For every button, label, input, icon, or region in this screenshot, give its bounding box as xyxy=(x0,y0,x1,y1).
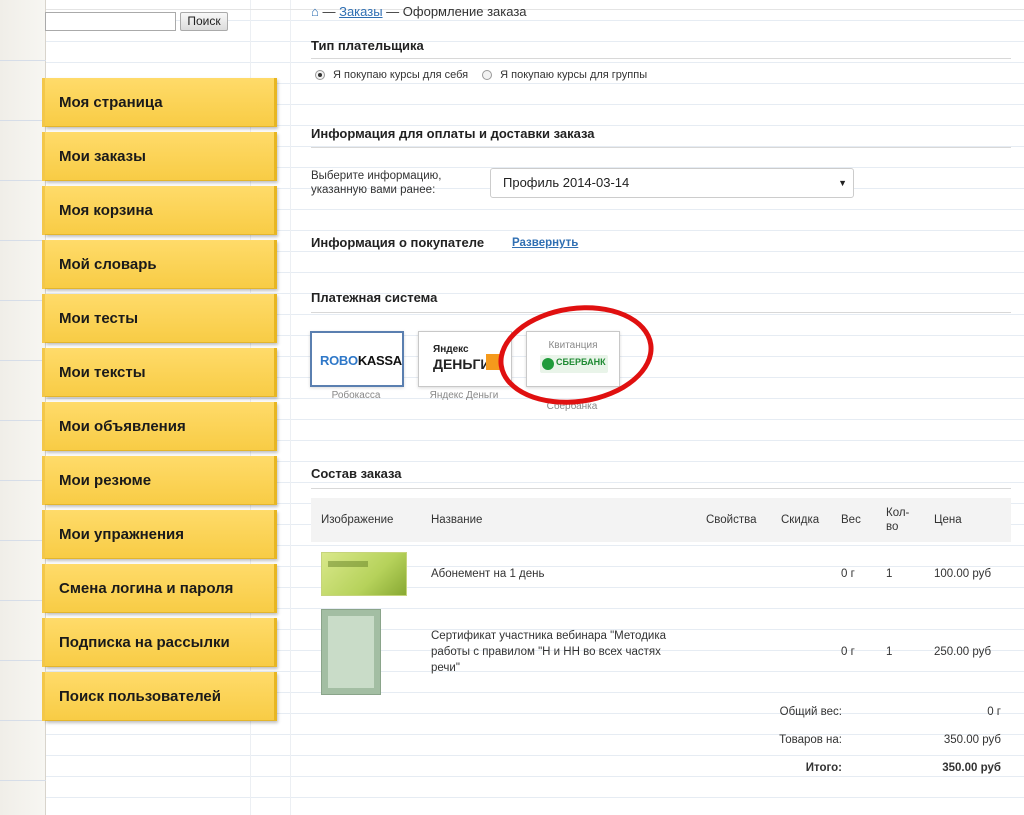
paper-background xyxy=(0,0,46,815)
search-button[interactable]: Поиск xyxy=(180,12,228,31)
yandex-logo-top: Яндекс xyxy=(433,344,469,355)
product-props xyxy=(696,606,771,698)
table-header-row: Изображение Название Свойства Скидка Вес… xyxy=(311,498,1011,542)
product-qty: 1 xyxy=(886,646,893,658)
sidebar-item-user-search[interactable]: Поиск пользователей xyxy=(42,672,277,721)
search-input[interactable] xyxy=(45,12,176,31)
sidebar-item-my-ads[interactable]: Мои объявления xyxy=(42,402,277,451)
divider xyxy=(311,488,1011,489)
payment-robokassa-label: Робокасса xyxy=(331,390,381,401)
chevron-down-icon: ▼ xyxy=(838,178,847,188)
breadcrumb-orders-link[interactable]: Заказы xyxy=(339,4,382,19)
buyer-expand-link[interactable]: Развернуть xyxy=(512,237,578,249)
summary-goods-row: Товаров на: 350.00 руб xyxy=(311,726,1011,754)
col-qty: Кол-во xyxy=(876,498,924,542)
yandex-logo-bottom: ДЕНЬГИ xyxy=(433,356,491,372)
goods-total-label: Товаров на: xyxy=(779,734,842,746)
product-qty: 1 xyxy=(886,568,893,580)
sidebar-item-change-login[interactable]: Смена логина и пароля xyxy=(42,564,277,613)
sidebar-item-my-texts[interactable]: Мои тексты xyxy=(42,348,277,397)
grand-total-value: 350.00 руб xyxy=(942,762,1001,774)
profile-select[interactable]: Профиль 2014-03-14 ▼ xyxy=(490,168,854,198)
product-weight: 0 г xyxy=(841,568,855,580)
payer-type-title: Тип плательщика xyxy=(311,38,424,53)
sidebar-item-my-page[interactable]: Моя страница xyxy=(42,78,277,127)
profile-select-value: Профиль 2014-03-14 xyxy=(503,175,630,190)
breadcrumb-separator: — xyxy=(318,4,340,19)
robokassa-logo: ROBOKASSA xyxy=(320,353,402,368)
goods-total-value: 350.00 руб xyxy=(943,734,1001,746)
order-title: Состав заказа xyxy=(311,466,402,481)
profile-select-label: Выберите информацию, указанную вами ране… xyxy=(311,170,442,196)
col-properties: Свойства xyxy=(696,498,771,542)
product-discount xyxy=(771,542,831,606)
radio-self-label[interactable]: Я покупаю курсы для себя xyxy=(333,69,468,81)
radio-self[interactable] xyxy=(315,70,325,80)
breadcrumb-separator: — xyxy=(382,4,403,19)
sidebar-item-my-exercises[interactable]: Мои упражнения xyxy=(42,510,277,559)
sidebar-item-my-dictionary[interactable]: Мой словарь xyxy=(42,240,277,289)
summary-weight-row: Общий вес: 0 г xyxy=(311,698,1011,726)
product-image-cell xyxy=(311,542,421,606)
sidebar-menu: Моя страница Мои заказы Моя корзина Мой … xyxy=(42,78,277,726)
col-price: Цена xyxy=(924,498,1011,542)
payment-system-title: Платежная система xyxy=(311,290,438,305)
summary-total-row: Итого: 350.00 руб xyxy=(311,754,1011,782)
divider xyxy=(311,147,1011,148)
payment-yandex-label: Яндекс Деньги xyxy=(429,390,499,401)
total-weight-value: 0 г xyxy=(987,706,1001,718)
delivery-title: Информация для оплаты и доставки заказа xyxy=(311,126,595,141)
breadcrumb: ⌂ — Заказы — Оформление заказа xyxy=(311,4,527,19)
table-row: Сертификат участника вебинара "Методика … xyxy=(311,606,1011,698)
col-weight: Вес xyxy=(831,498,876,542)
product-image-cell xyxy=(311,606,421,698)
col-discount: Скидка xyxy=(771,498,831,542)
sidebar-item-subscriptions[interactable]: Подписка на рассылки xyxy=(42,618,277,667)
col-image: Изображение xyxy=(311,498,421,542)
col-name: Название xyxy=(421,498,696,542)
product-name: Сертификат участника вебинара "Методика … xyxy=(431,630,667,674)
sidebar-item-my-resumes[interactable]: Мои резюме xyxy=(42,456,277,505)
product-thumbnail[interactable] xyxy=(321,609,381,695)
product-name: Абонемент на 1 день xyxy=(431,568,545,580)
product-discount xyxy=(771,606,831,698)
radio-group-label[interactable]: Я покупаю курсы для группы xyxy=(500,69,647,81)
divider xyxy=(311,58,1011,59)
product-price: 250.00 руб xyxy=(934,646,992,658)
product-weight: 0 г xyxy=(841,646,855,658)
payer-type-options: Я покупаю курсы для себя Я покупаю курсы… xyxy=(315,69,647,81)
sidebar-item-my-tests[interactable]: Мои тесты xyxy=(42,294,277,343)
top-bar xyxy=(46,0,1024,10)
payment-robokassa[interactable]: ROBOKASSA xyxy=(310,331,404,387)
divider xyxy=(311,312,1011,313)
grand-total-label: Итого: xyxy=(805,762,842,774)
table-row: Абонемент на 1 день 0 г 1 100.00 руб xyxy=(311,542,1011,606)
red-annotation-circle xyxy=(491,295,661,415)
breadcrumb-current: Оформление заказа xyxy=(402,4,527,19)
buyer-info-title: Информация о покупателе xyxy=(311,235,485,250)
total-weight-label: Общий вес: xyxy=(779,706,842,718)
radio-group[interactable] xyxy=(482,70,493,80)
product-price: 100.00 руб xyxy=(934,568,992,580)
sidebar-item-my-orders[interactable]: Мои заказы xyxy=(42,132,277,181)
product-thumbnail[interactable] xyxy=(321,552,407,596)
sidebar-item-my-cart[interactable]: Моя корзина xyxy=(42,186,277,235)
order-table: Изображение Название Свойства Скидка Вес… xyxy=(311,498,1011,782)
home-icon[interactable]: ⌂ xyxy=(311,4,319,19)
product-props xyxy=(696,542,771,606)
